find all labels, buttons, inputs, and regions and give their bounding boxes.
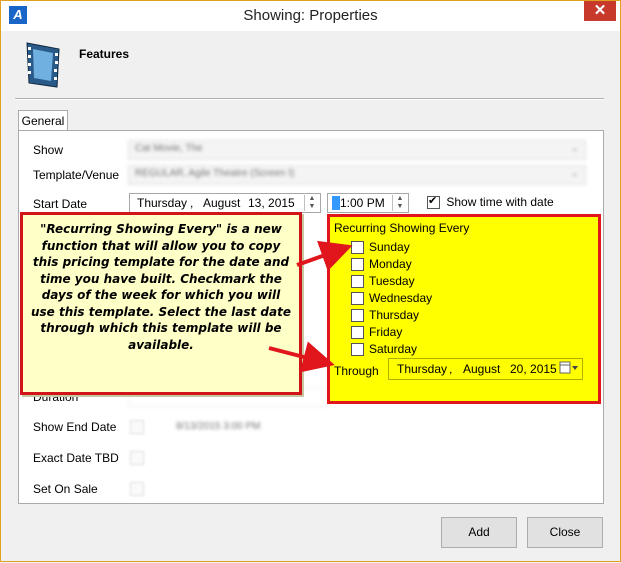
arrow-to-days [296, 240, 353, 272]
arrow-to-through [268, 341, 335, 373]
properties-window: A Showing: Properties ✕ Features General… [0, 0, 621, 562]
close-button[interactable]: Close [527, 517, 603, 548]
add-button[interactable]: Add [441, 517, 517, 548]
annotation-arrows [268, 240, 353, 373]
